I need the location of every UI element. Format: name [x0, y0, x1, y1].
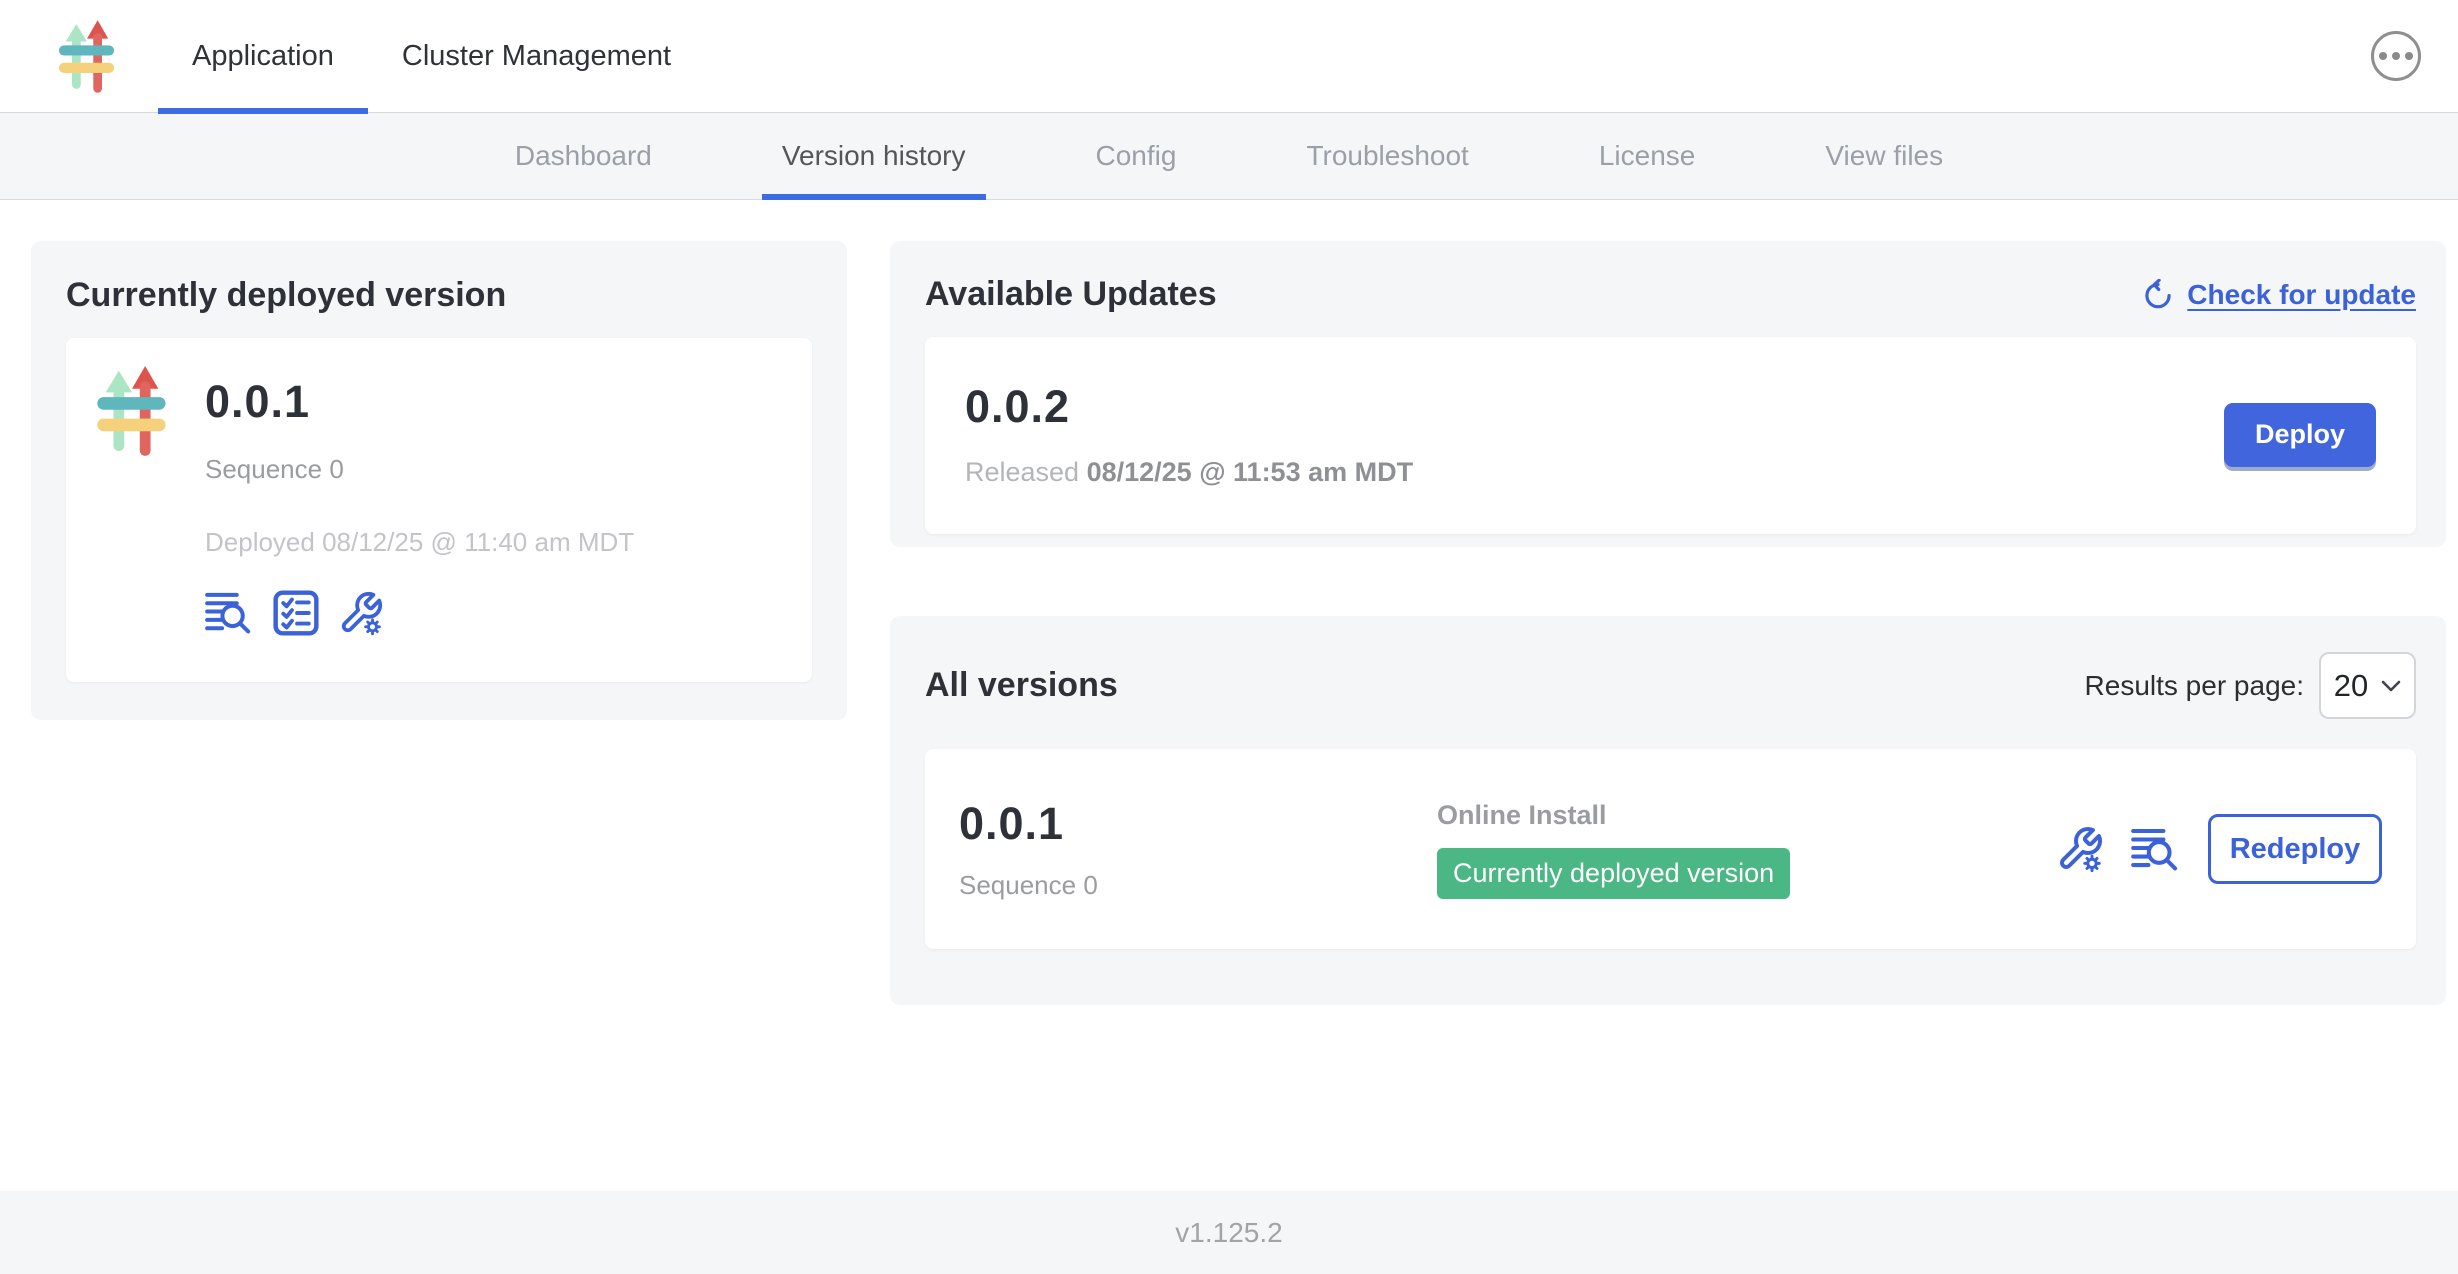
available-updates-title: Available Updates: [925, 275, 1217, 314]
released-timestamp: 08/12/25 @ 11:53 am MDT: [1087, 457, 1414, 487]
available-updates-card: Available Updates Check for update 0.0.2…: [890, 241, 2446, 547]
subtab-config-label: Config: [1096, 140, 1177, 172]
subtab-license-label: License: [1599, 140, 1696, 172]
available-updates-header: Available Updates Check for update: [925, 275, 2416, 314]
version-row-info: 0.0.1 Sequence 0: [959, 798, 1437, 901]
refresh-icon: [2142, 279, 2174, 311]
update-released-line: Released 08/12/25 @ 11:53 am MDT: [965, 457, 1413, 488]
all-versions-card: All versions Results per page: 20 0.0: [890, 616, 2446, 1005]
top-header: Application Cluster Management: [0, 0, 2458, 113]
update-row: 0.0.2 Released 08/12/25 @ 11:53 am MDT D…: [925, 337, 2416, 534]
tab-cluster-management-label: Cluster Management: [402, 40, 671, 73]
results-per-page-select[interactable]: 20: [2319, 652, 2416, 719]
deployed-version-number: 0.0.1: [205, 376, 634, 428]
update-version-number: 0.0.2: [965, 381, 1413, 433]
wrench-gear-icon[interactable]: [2056, 825, 2104, 873]
wrench-gear-icon[interactable]: [338, 590, 384, 636]
subtab-view-files-label: View files: [1825, 140, 1943, 172]
redeploy-button[interactable]: Redeploy: [2208, 814, 2382, 884]
install-type-label: Online Install: [1437, 800, 2056, 831]
released-label: Released: [965, 457, 1079, 487]
deployed-timestamp: Deployed 08/12/25 @ 11:40 am MDT: [205, 527, 634, 558]
version-history-page: Currently deployed version 0.0.1 Sequenc…: [0, 200, 2458, 1191]
all-versions-title: All versions: [925, 666, 1118, 705]
subtab-license[interactable]: License: [1579, 113, 1716, 199]
check-for-update-link[interactable]: Check for update: [2142, 279, 2416, 311]
release-diff-icon[interactable]: [205, 591, 254, 635]
version-row-status: Online Install Currently deployed versio…: [1437, 800, 2056, 899]
ellipsis-icon: [2392, 52, 2400, 60]
version-row-actions: Redeploy: [2056, 814, 2382, 884]
tab-application-label: Application: [192, 40, 334, 73]
app-footer: v1.125.2: [0, 1191, 2458, 1274]
deployed-version-panel: 0.0.1 Sequence 0 Deployed 08/12/25 @ 11:…: [66, 338, 812, 682]
right-column: Available Updates Check for update 0.0.2…: [890, 241, 2446, 1005]
top-nav: Application Cluster Management: [158, 0, 705, 113]
subtab-version-history[interactable]: Version history: [762, 113, 986, 199]
currently-deployed-title: Currently deployed version: [66, 276, 812, 315]
deployed-actions: [205, 590, 634, 636]
subtab-config[interactable]: Config: [1076, 113, 1197, 199]
deployed-sequence: Sequence 0: [205, 454, 634, 485]
subtab-dashboard-label: Dashboard: [515, 140, 652, 172]
subtab-view-files[interactable]: View files: [1805, 113, 1963, 199]
app-logo-icon: [96, 366, 168, 457]
row-version-number: 0.0.1: [959, 798, 1437, 850]
app-logo-icon: [58, 20, 116, 94]
chevron-down-icon: [2381, 680, 2401, 692]
subtab-troubleshoot-label: Troubleshoot: [1306, 140, 1468, 172]
overflow-menu-button[interactable]: [2371, 31, 2421, 81]
tab-cluster-management[interactable]: Cluster Management: [368, 0, 705, 113]
subtab-dashboard[interactable]: Dashboard: [495, 113, 672, 199]
release-diff-icon[interactable]: [2131, 827, 2181, 872]
deploy-button[interactable]: Deploy: [2224, 403, 2376, 467]
ellipsis-icon: [2379, 52, 2387, 60]
check-for-update-label: Check for update: [2187, 279, 2416, 311]
admin-console: Application Cluster Management Dashboard…: [0, 0, 2458, 1274]
results-per-page-label: Results per page:: [2085, 670, 2304, 702]
currently-deployed-card: Currently deployed version 0.0.1 Sequenc…: [31, 241, 847, 720]
deployed-version-info: 0.0.1 Sequence 0 Deployed 08/12/25 @ 11:…: [205, 376, 634, 636]
subtab-troubleshoot[interactable]: Troubleshoot: [1286, 113, 1488, 199]
results-per-page-value: 20: [2334, 668, 2368, 704]
subtab-version-history-label: Version history: [782, 140, 966, 172]
update-info: 0.0.2 Released 08/12/25 @ 11:53 am MDT: [965, 381, 1413, 488]
row-sequence: Sequence 0: [959, 870, 1437, 901]
preflight-checks-icon[interactable]: [273, 590, 319, 636]
currently-deployed-badge: Currently deployed version: [1437, 848, 1790, 899]
tab-application[interactable]: Application: [158, 0, 368, 113]
results-per-page: Results per page: 20: [2085, 652, 2416, 719]
app-subnav: Dashboard Version history Config Trouble…: [0, 113, 2458, 200]
all-versions-header: All versions Results per page: 20: [925, 652, 2416, 719]
version-row: 0.0.1 Sequence 0 Online Install Currentl…: [925, 749, 2416, 949]
ellipsis-icon: [2405, 52, 2413, 60]
console-version: v1.125.2: [1175, 1217, 1282, 1249]
